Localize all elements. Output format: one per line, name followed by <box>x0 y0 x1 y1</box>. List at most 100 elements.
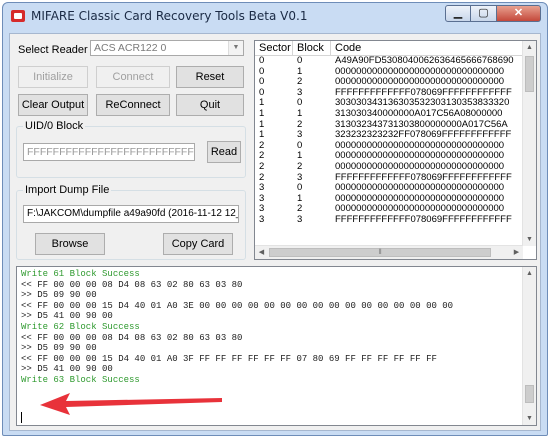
log-line: Write 61 Block Success <box>21 269 140 279</box>
client-area: Select Reader ACS ACR122 0 ▼ Initialize … <box>9 33 541 431</box>
chevron-down-icon[interactable]: ▼ <box>228 41 243 55</box>
import-dump-group: Import Dump File F:\JAKCOM\dumpfile a49a… <box>16 184 246 260</box>
grid-header: Sector Block Code <box>255 41 525 56</box>
cell-code: FFFFFFFFFFFFF078069FFFFFFFFFFFF <box>335 172 512 183</box>
cell-block: 1 <box>297 151 303 162</box>
cell-code: FFFFFFFFFFFFF078069FFFFFFFFFFFF <box>335 214 512 225</box>
cell-block: 0 <box>297 56 303 66</box>
cell-code: 00000000000000000000000000000000 <box>335 140 505 151</box>
scroll-up-icon[interactable]: ▲ <box>523 267 536 280</box>
close-button[interactable]: ✕ <box>497 5 541 22</box>
scroll-thumb[interactable] <box>525 385 534 403</box>
cell-code: 00000000000000000000000000000000 <box>335 151 505 162</box>
table-row[interactable]: 2 0 00000000000000000000000000000000 <box>255 141 525 152</box>
cell-code: 303030343136303532303130353833320 <box>335 98 510 109</box>
table-row[interactable]: 0 2 00000000000000000000000000000000 <box>255 77 525 88</box>
select-reader-label: Select Reader <box>18 44 88 56</box>
cell-code: 00000000000000000000000000000000 <box>335 161 505 172</box>
table-row[interactable]: 0 0 A49A90FD5308040062636465666768690 <box>255 56 525 67</box>
hscroll-thumb[interactable]: ⦀ <box>269 248 491 257</box>
log-line: << FF 00 00 00 15 D4 40 01 A0 3F FF FF F… <box>21 353 437 364</box>
cell-block: 2 <box>297 204 303 215</box>
cell-sector: 0 <box>259 56 265 66</box>
uid-block-legend: UID/0 Block <box>23 120 86 132</box>
cell-block: 0 <box>297 140 303 151</box>
cell-sector: 1 <box>259 130 265 141</box>
table-row[interactable]: 1 2 313032343731303800000000A017C56A <box>255 120 525 131</box>
read-button[interactable]: Read <box>207 141 241 163</box>
cell-block: 3 <box>297 130 303 141</box>
table-row[interactable]: 3 1 00000000000000000000000000000000 <box>255 194 525 205</box>
cell-code: 323232323232FF078069FFFFFFFFFFFF <box>335 130 512 141</box>
cell-code: 00000000000000000000000000000000 <box>335 183 505 194</box>
table-row[interactable]: 0 1 00000000000000000000000000000000 <box>255 67 525 78</box>
quit-button[interactable]: Quit <box>176 94 244 116</box>
copy-card-button[interactable]: Copy Card <box>163 233 233 255</box>
window-title: MIFARE Classic Card Recovery Tools Beta … <box>31 9 308 23</box>
column-header-block[interactable]: Block <box>293 41 331 56</box>
scroll-left-icon[interactable]: ◀ <box>255 246 268 259</box>
table-row[interactable]: 3 3 FFFFFFFFFFFFF078069FFFFFFFFFFFF <box>255 215 525 226</box>
scroll-right-icon[interactable]: ▶ <box>510 246 523 259</box>
scroll-up-icon[interactable]: ▲ <box>523 41 536 54</box>
table-row[interactable]: 2 3 FFFFFFFFFFFFF078069FFFFFFFFFFFF <box>255 173 525 184</box>
cell-sector: 2 <box>259 172 265 183</box>
scroll-thumb[interactable] <box>525 56 534 92</box>
title-bar[interactable]: MIFARE Classic Card Recovery Tools Beta … <box>3 3 547 31</box>
dump-file-path-input[interactable]: F:\JAKCOM\dumpfile a49a90fd (2016-11-12 … <box>23 205 239 223</box>
reader-select[interactable]: ACS ACR122 0 ▼ <box>90 40 244 56</box>
table-row[interactable]: 2 1 00000000000000000000000000000000 <box>255 151 525 162</box>
log-line: >> D5 09 90 00 <box>21 343 97 354</box>
cell-code: 00000000000000000000000000000000 <box>335 66 505 77</box>
cell-code: 313030340000000A017C56A08000000 <box>335 108 503 119</box>
arrow-shape <box>40 393 222 415</box>
red-arrow-annotation <box>40 393 222 415</box>
cell-block: 1 <box>297 108 303 119</box>
minimize-button[interactable]: ▁ <box>445 5 471 22</box>
table-row[interactable]: 0 3 FFFFFFFFFFFFF078069FFFFFFFFFFFF <box>255 88 525 99</box>
grid-horizontal-scrollbar[interactable]: ◀ ⦀ ▶ <box>255 245 523 259</box>
table-row[interactable]: 1 1 313030340000000A017C56A08000000 <box>255 109 525 120</box>
cell-sector: 3 <box>259 214 265 225</box>
import-dump-legend: Import Dump File <box>23 184 112 196</box>
browse-button[interactable]: Browse <box>35 233 105 255</box>
app-icon <box>11 10 25 22</box>
column-header-sector[interactable]: Sector <box>255 41 293 56</box>
reader-select-value: ACS ACR122 0 <box>94 42 167 54</box>
table-row[interactable]: 1 3 323232323232FF078069FFFFFFFFFFFF <box>255 130 525 141</box>
log-lines: Write 61 Block Success << FF 00 00 00 08 … <box>21 269 521 386</box>
cell-block: 2 <box>297 161 303 172</box>
cell-code: 00000000000000000000000000000000 <box>335 193 505 204</box>
cell-sector: 1 <box>259 98 265 109</box>
cell-sector: 1 <box>259 119 265 130</box>
cell-block: 1 <box>297 66 303 77</box>
table-row[interactable]: 3 2 00000000000000000000000000000000 <box>255 204 525 215</box>
table-row[interactable]: 1 0 303030343136303532303130353833320 <box>255 98 525 109</box>
cell-code: 313032343731303800000000A017C56A <box>335 119 508 130</box>
log-line: >> D5 41 00 90 00 <box>21 311 113 322</box>
cell-block: 2 <box>297 77 303 88</box>
reset-button[interactable]: Reset <box>176 66 244 88</box>
cell-sector: 3 <box>259 183 265 194</box>
grid-rows: 0 0 A49A90FD5308040062636465666768690 0 1 000… <box>255 56 525 226</box>
card-data-grid[interactable]: Sector Block Code 0 0 A49A90FD530804006263… <box>254 40 537 260</box>
table-row[interactable]: 3 0 00000000000000000000000000000000 <box>255 183 525 194</box>
connect-button[interactable]: Connect <box>96 66 170 88</box>
cell-code: A49A90FD5308040062636465666768690 <box>335 56 514 66</box>
column-header-code[interactable]: Code <box>331 41 525 56</box>
clear-output-button[interactable]: Clear Output <box>18 94 88 116</box>
grid-vertical-scrollbar[interactable]: ▲ ▼ <box>522 41 536 246</box>
table-row[interactable]: 2 2 00000000000000000000000000000000 <box>255 162 525 173</box>
log-line: >> D5 41 00 90 00 <box>21 364 113 375</box>
cell-block: 1 <box>297 193 303 204</box>
text-caret <box>21 412 22 423</box>
cell-sector: 0 <box>259 77 265 88</box>
scroll-down-icon[interactable]: ▼ <box>523 412 536 425</box>
scroll-down-icon[interactable]: ▼ <box>523 233 536 246</box>
maximize-button[interactable]: ▢ <box>471 5 497 22</box>
uid-block-input[interactable]: FFFFFFFFFFFFFFFFFFFFFFFFFFFFFF <box>23 143 195 161</box>
uid-block-group: UID/0 Block FFFFFFFFFFFFFFFFFFFFFFFFFFFF… <box>16 120 246 178</box>
reconnect-button[interactable]: ReConnect <box>96 94 170 116</box>
initialize-button[interactable]: Initialize <box>18 66 88 88</box>
log-vertical-scrollbar[interactable]: ▲ ▼ <box>522 267 536 425</box>
